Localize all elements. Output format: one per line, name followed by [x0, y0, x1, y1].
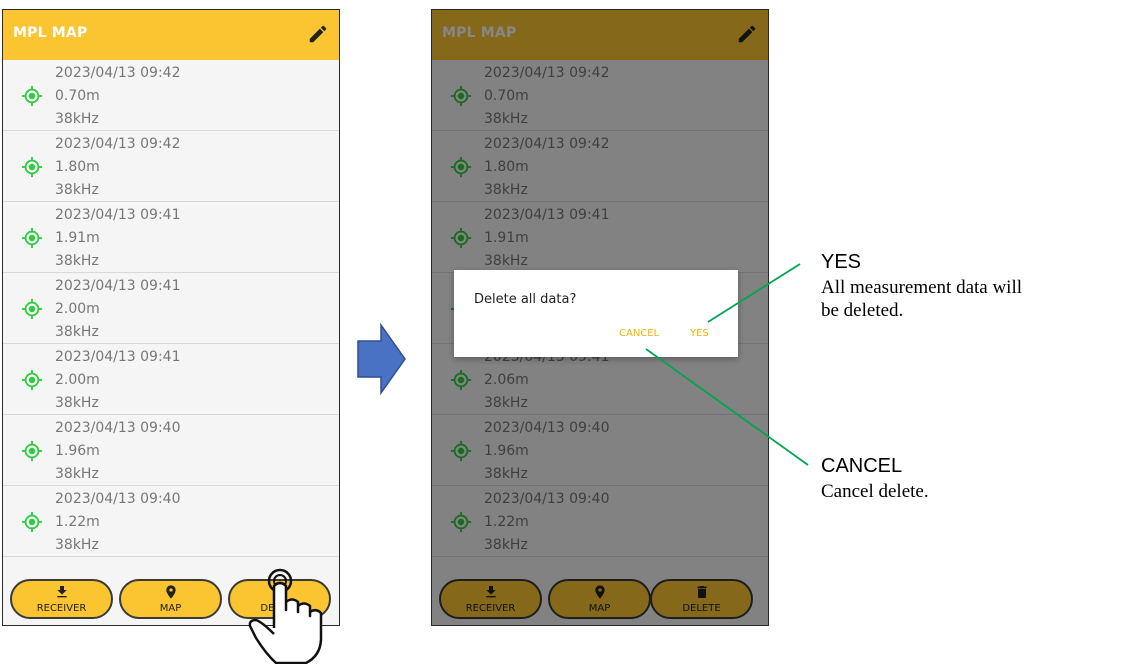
yes-annotation-text-2: be deleted.	[821, 300, 904, 321]
cancel-annotation-title: CANCEL	[821, 455, 903, 477]
callout-lines	[645, 263, 809, 466]
yes-annotation-text-1: All measurement data will	[821, 277, 1023, 298]
cancel-annotation-text: Cancel delete.	[821, 481, 929, 502]
yes-annotation-title: YES	[821, 251, 862, 273]
